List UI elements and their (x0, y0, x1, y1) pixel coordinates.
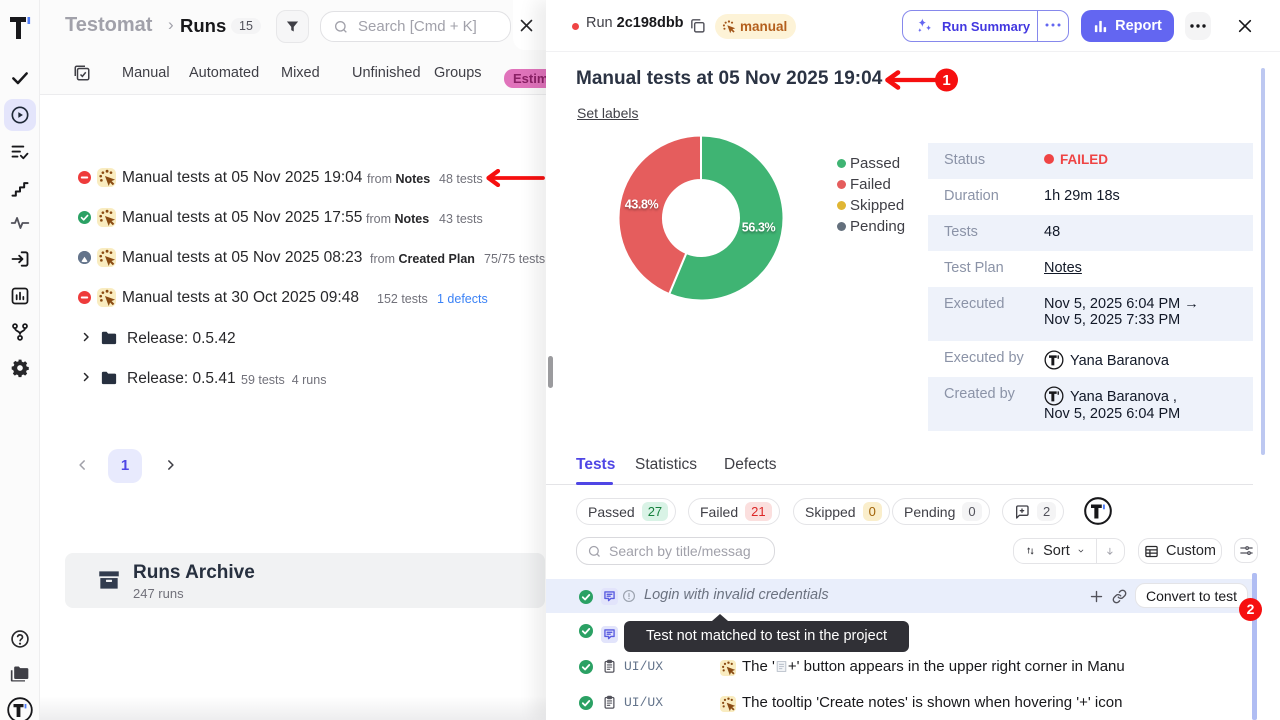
svg-text:1: 1 (942, 72, 950, 89)
svg-text:56.3%: 56.3% (742, 221, 776, 235)
svg-text:43.8%: 43.8% (625, 198, 659, 212)
